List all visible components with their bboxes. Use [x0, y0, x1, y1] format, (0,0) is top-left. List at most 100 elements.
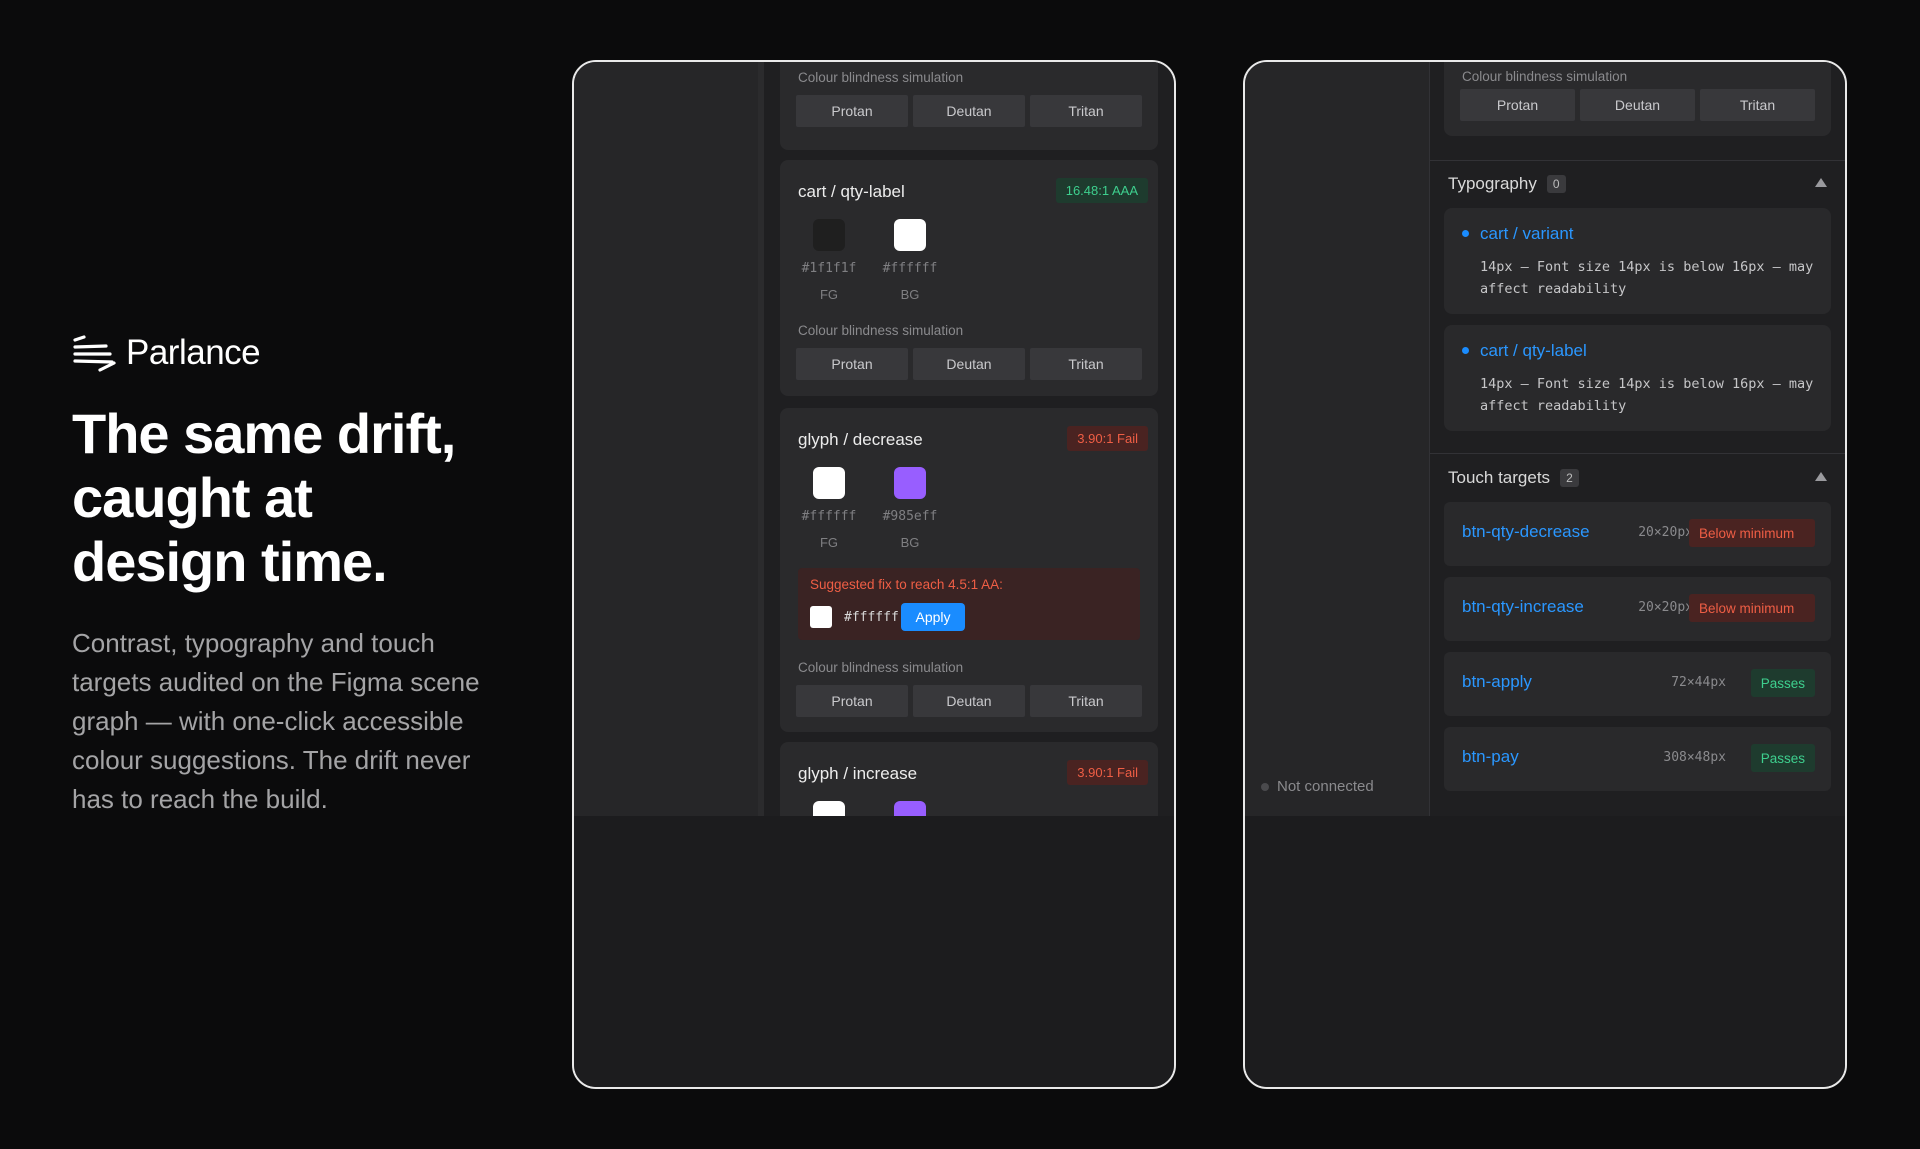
audit-panel-frame: Not connected Colour blindness simulatio…	[1243, 60, 1847, 1089]
status-badge: 3.90:1 Fail	[1067, 426, 1148, 451]
protan-button[interactable]: Protan	[796, 95, 908, 127]
deutan-button[interactable]: Deutan	[913, 95, 1025, 127]
fg-hex: #1f1f1f	[801, 261, 857, 276]
protan-button[interactable]: Protan	[796, 685, 908, 717]
contrast-card-partial: Colour blindness simulation Protan Deuta…	[1444, 62, 1831, 136]
status-text: Not connected	[1277, 778, 1374, 795]
panel-lower-area	[1245, 816, 1845, 1087]
deutan-button[interactable]: Deutan	[913, 348, 1025, 380]
audit-results: Colour blindness simulation Protan Deuta…	[1430, 62, 1845, 816]
sim-buttons: Protan Deutan Tritan	[796, 685, 1142, 717]
touch-target-row: btn-qty-decrease 20×20px Below minimum	[1444, 502, 1831, 566]
status-badge: Below minimum	[1689, 594, 1815, 622]
apply-button[interactable]: Apply	[901, 603, 965, 631]
fg-swatch	[813, 219, 845, 251]
section-divider	[1430, 453, 1845, 454]
fix-text: Suggested fix to reach 4.5:1 AA:	[810, 577, 1003, 592]
collapse-caret-icon[interactable]	[1815, 178, 1827, 187]
protan-button[interactable]: Protan	[796, 348, 908, 380]
contrast-panel-frame: Colour blindness simulation Protan Deuta…	[572, 60, 1176, 1089]
sim-buttons: Protan Deutan Tritan	[1460, 89, 1815, 121]
brand: Parlance	[72, 330, 512, 376]
bullet-icon	[1462, 230, 1469, 237]
touch-target-row: btn-qty-increase 20×20px Below minimum	[1444, 577, 1831, 641]
status-dot-icon	[1261, 782, 1269, 791]
touch-size: 72×44px	[1671, 675, 1726, 690]
deutan-button[interactable]: Deutan	[1580, 89, 1695, 121]
status-badge: 16.48:1 AAA	[1055, 178, 1148, 203]
touch-target-row: btn-apply 72×44px Passes	[1444, 652, 1831, 716]
sim-label: Colour blindness simulation	[798, 660, 964, 675]
card-title: cart / qty-label	[798, 182, 905, 201]
sim-label: Colour blindness simulation	[1462, 69, 1628, 84]
tritan-button[interactable]: Tritan	[1700, 89, 1815, 121]
hero-description: Contrast, typography and touch targets a…	[72, 628, 480, 814]
headline-line: The same drift,	[72, 402, 456, 465]
fg-swatch	[813, 467, 845, 499]
tritan-button[interactable]: Tritan	[1030, 685, 1142, 717]
protan-button[interactable]: Protan	[1460, 89, 1575, 121]
touch-target-link[interactable]: btn-apply	[1462, 672, 1532, 692]
parlance-logo-icon	[73, 335, 116, 372]
status-badge: 3.90:1 Fail	[1067, 760, 1148, 785]
sim-label: Colour blindness simulation	[798, 70, 964, 85]
contrast-card: glyph / decrease 3.90:1 Fail #ffffff #98…	[780, 408, 1158, 732]
issue-description: 14px — Font size 14px is below 16px — ma…	[1480, 376, 1814, 414]
count-badge: 2	[1560, 469, 1579, 487]
audit-sidebar: Not connected	[1245, 62, 1430, 816]
count-badge: 0	[1546, 175, 1566, 193]
typography-issue: cart / variant 14px — Font size 14px is …	[1444, 208, 1831, 314]
contrast-results: Colour blindness simulation Protan Deuta…	[758, 62, 1174, 862]
card-title: glyph / decrease	[798, 430, 923, 449]
headline-line: design time.	[72, 530, 388, 593]
typography-section-header[interactable]: Typography 0	[1448, 169, 1827, 199]
issue-layer-link[interactable]: cart / qty-label	[1480, 341, 1587, 361]
sim-buttons: Protan Deutan Tritan	[796, 348, 1142, 380]
touch-section-header[interactable]: Touch targets 2	[1448, 463, 1827, 493]
touch-target-link[interactable]: btn-qty-decrease	[1462, 522, 1590, 542]
bg-swatch	[894, 467, 926, 499]
section-title: Typography	[1448, 174, 1537, 193]
layer-sidebar	[574, 62, 758, 816]
brand-name: Parlance	[126, 333, 261, 372]
fix-hex: #ffffff	[844, 610, 899, 625]
tritan-button[interactable]: Tritan	[1030, 348, 1142, 380]
bullet-icon	[1462, 347, 1469, 354]
suggested-fix: Suggested fix to reach 4.5:1 AA: #ffffff…	[798, 568, 1140, 640]
issue-description: 14px — Font size 14px is below 16px — ma…	[1480, 259, 1814, 297]
status-badge: Below minimum	[1689, 519, 1815, 547]
headline-line: caught at	[72, 466, 313, 529]
typography-issue: cart / qty-label 14px — Font size 14px i…	[1444, 325, 1831, 431]
contrast-card-partial: Colour blindness simulation Protan Deuta…	[780, 62, 1158, 150]
panel-lower-area	[574, 816, 1174, 1087]
connection-status: Not connected	[1261, 778, 1374, 795]
touch-size: 308×48px	[1663, 750, 1726, 765]
touch-size: 20×20px	[1638, 525, 1693, 540]
bg-hex: #985eff	[882, 509, 938, 524]
contrast-card: cart / qty-label 16.48:1 AAA #1f1f1f #ff…	[780, 160, 1158, 396]
sim-buttons: Protan Deutan Tritan	[796, 95, 1142, 127]
sim-label: Colour blindness simulation	[798, 323, 964, 338]
status-badge: Passes	[1750, 669, 1815, 697]
bg-swatch	[894, 219, 926, 251]
fg-label: FG	[819, 287, 839, 302]
headline: The same drift, caught at design time.	[72, 402, 512, 594]
issue-layer-link[interactable]: cart / variant	[1480, 224, 1574, 244]
bg-label: BG	[900, 535, 920, 550]
touch-target-link[interactable]: btn-pay	[1462, 747, 1519, 767]
fix-swatch	[810, 606, 832, 628]
card-title: glyph / increase	[798, 764, 918, 783]
touch-size: 20×20px	[1638, 600, 1693, 615]
deutan-button[interactable]: Deutan	[913, 685, 1025, 717]
fg-label: FG	[819, 535, 839, 550]
bg-hex: #ffffff	[882, 261, 938, 276]
collapse-caret-icon[interactable]	[1815, 472, 1827, 481]
section-divider	[1430, 160, 1845, 161]
status-badge: Passes	[1750, 744, 1815, 772]
tritan-button[interactable]: Tritan	[1030, 95, 1142, 127]
touch-target-link[interactable]: btn-qty-increase	[1462, 597, 1584, 617]
bg-label: BG	[900, 287, 920, 302]
hero-section: Parlance The same drift, caught at desig…	[72, 330, 512, 819]
section-title: Touch targets	[1448, 468, 1551, 487]
touch-target-row: btn-pay 308×48px Passes	[1444, 727, 1831, 791]
